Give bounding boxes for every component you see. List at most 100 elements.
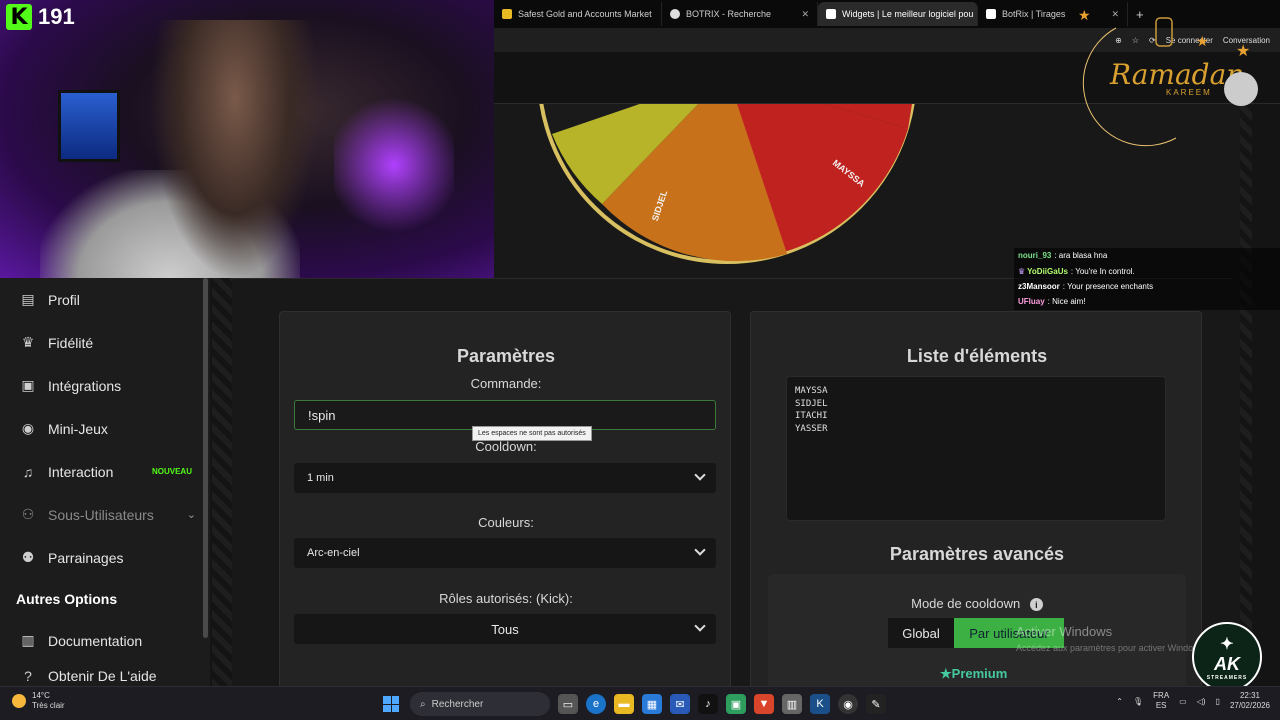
chevron-down-icon: [694, 544, 706, 556]
brave-icon[interactable]: ▼: [754, 694, 774, 714]
colors-value: Arc-en-ciel: [307, 547, 360, 559]
app-icon[interactable]: ▥: [782, 694, 802, 714]
star-icon: ★: [1078, 8, 1091, 23]
star-icon: ★: [1196, 33, 1209, 49]
weather-text: 14°C Très clair: [32, 691, 65, 711]
tab-widgets[interactable]: Widgets | Le meilleur logiciel pou ✕: [818, 2, 978, 26]
windows-activation-text: Accédez aux paramètres pour activer Wind…: [1016, 643, 1207, 653]
global-button[interactable]: Global: [888, 618, 954, 648]
sidebar-item-integrations[interactable]: ▣ Intégrations: [0, 364, 210, 407]
close-icon[interactable]: ✕: [801, 9, 809, 20]
sidebar-item-interaction[interactable]: ♫ Interaction NOUVEAU: [0, 450, 210, 493]
roles-label: Rôles autorisés: (Kick):: [439, 591, 573, 606]
tab-safest-gold[interactable]: Safest Gold and Accounts Market ✕: [494, 2, 662, 26]
sidebar-item-label: Profil: [48, 291, 80, 308]
screen: MAYSSA SIDJEL Paramètres Commande: !spin…: [0, 0, 1280, 720]
network-icon[interactable]: ▭: [1179, 697, 1187, 706]
avatar: [1224, 72, 1258, 106]
advanced-title: Paramètres avancés: [889, 544, 1065, 564]
webcam-overlay: K 191: [0, 0, 494, 278]
id-card-icon: ▤: [21, 291, 35, 307]
mail-icon[interactable]: ✉: [670, 694, 690, 714]
sidebar-item-documentation[interactable]: ▥ Documentation: [0, 619, 210, 662]
temperature: 14°C: [32, 691, 50, 700]
clock-time: 22:31: [1239, 691, 1260, 700]
tiktok-icon[interactable]: ♪: [698, 694, 718, 714]
sidebar-scrollbar[interactable]: [203, 278, 208, 638]
sidebar-item-help[interactable]: ? Obtenir De L'aide: [0, 662, 210, 684]
folder-icon[interactable]: ▬: [614, 694, 634, 714]
chevron-down-icon: [694, 620, 706, 632]
tv-screen: [58, 90, 120, 162]
search-icon: ⌕: [420, 698, 426, 710]
chat-username: nouri_93: [1018, 251, 1052, 261]
info-icon[interactable]: i: [1029, 598, 1043, 612]
sidebar-item-profil[interactable]: ▤ Profil: [0, 278, 210, 321]
music-icon: ♫: [22, 463, 34, 480]
chevron-up-icon[interactable]: ⌃: [1116, 697, 1123, 706]
sidebar-item-mini-jeux[interactable]: ◉ Mini-Jeux: [0, 407, 210, 450]
viewer-count: 191: [38, 4, 75, 29]
task-view-icon[interactable]: ▭: [558, 694, 578, 714]
tab-botrix-search[interactable]: BOTRIX - Recherche ✕: [662, 2, 818, 26]
language-top: FRA: [1153, 691, 1170, 700]
chat-text: : Nice aim!: [1047, 297, 1086, 307]
sidebar-item-fidelite[interactable]: ♛ Fidélité: [0, 321, 210, 364]
edge-icon[interactable]: e: [586, 694, 606, 714]
obs-icon[interactable]: ◉: [838, 694, 858, 714]
windows-activation-title: Activer Windows: [1016, 624, 1113, 639]
battery-icon[interactable]: ▯: [1216, 697, 1220, 706]
store-icon[interactable]: ▦: [642, 694, 662, 714]
colors-select[interactable]: Arc-en-ciel: [294, 538, 716, 568]
streamer-face: [150, 20, 320, 278]
kick-logo-icon: K: [6, 4, 32, 30]
integrations-icon: ▣: [21, 377, 35, 393]
tab-label: Safest Gold and Accounts Market: [518, 9, 652, 19]
roles-select[interactable]: Tous: [294, 614, 716, 644]
pen-icon[interactable]: ✎: [866, 694, 886, 714]
kick-app-icon[interactable]: K: [810, 694, 830, 714]
sidebar-item-label: Interaction: [48, 463, 114, 480]
referral-icon: ⚉: [21, 549, 35, 565]
chevron-down-icon: ⌄: [186, 509, 196, 521]
sidebar: ▤ Profil ♛ Fidélité ▣ Intégrations ◉ Min…: [0, 278, 210, 686]
eagle-icon: ✦: [1220, 635, 1234, 653]
viewer-badge: K 191: [6, 4, 75, 30]
premium-label: ★Premium: [940, 666, 1007, 682]
trophy-icon: ♛: [21, 334, 35, 350]
ak-subtext: STREAMERS: [1206, 674, 1248, 681]
language-indicator[interactable]: FRA ES: [1153, 691, 1169, 711]
cooldown-select[interactable]: 1 min: [294, 463, 716, 493]
sidebar-item-parrainages[interactable]: ⚉ Parrainages: [0, 536, 210, 579]
botrix-icon: [986, 9, 996, 19]
ak-streamers-logo: ✦ AK STREAMERS: [1192, 622, 1262, 692]
ramadan-overlay: ★ ★ ★ Ramadan KAREEM: [1056, 7, 1266, 158]
colors-label: Couleurs:: [478, 515, 534, 530]
sidebar-item-label: Obtenir De L'aide: [48, 668, 157, 684]
ak-text: AK: [1214, 653, 1240, 674]
language-bottom: ES: [1155, 701, 1167, 710]
taskbar-search[interactable]: ⌕ Rechercher: [410, 692, 550, 716]
system-tray: ⌃ 🎙 FRA ES ▭ ◁) ▯ 22:31 27/02/2026: [1116, 691, 1270, 711]
advanced-box: Mode de cooldown i Global Par utilisateu…: [768, 574, 1186, 686]
chat-username: z3Mansoor: [1018, 281, 1060, 291]
weather-icon: [12, 694, 26, 708]
chat-overlay: nouri_93 : ara blasa hna ♛ YoDiiGaUs : Y…: [1014, 248, 1280, 310]
parameters-card: Paramètres Commande: !spin Les espaces n…: [279, 311, 731, 686]
chat-username: UFluay: [1018, 297, 1045, 307]
list-title: Liste d'éléments: [906, 346, 1048, 366]
windows-start-icon[interactable]: [380, 693, 402, 715]
xbox-icon[interactable]: ▣: [726, 694, 746, 714]
weather-widget[interactable]: 14°C Très clair: [12, 691, 65, 711]
sidebar-item-sous-utilisateurs[interactable]: ⚇ Sous-Utilisateurs ⌄: [0, 493, 210, 536]
volume-icon[interactable]: ◁): [1197, 697, 1206, 706]
botrix-icon: [826, 9, 836, 19]
items-textarea[interactable]: MAYSSA SIDJEL ITACHI YASSER: [786, 376, 1166, 521]
tab-label: BOTRIX - Recherche: [686, 9, 772, 19]
chat-text: : ara blasa hna: [1054, 251, 1108, 261]
spin-wheel[interactable]: MAYSSA SIDJEL: [532, 104, 922, 264]
badge-icon: ♛: [1018, 266, 1026, 276]
clock[interactable]: 22:31 27/02/2026: [1230, 691, 1270, 711]
microphone-icon[interactable]: 🎙: [1133, 697, 1143, 706]
cooldown-mode-row: Mode de cooldown i: [768, 596, 1186, 612]
